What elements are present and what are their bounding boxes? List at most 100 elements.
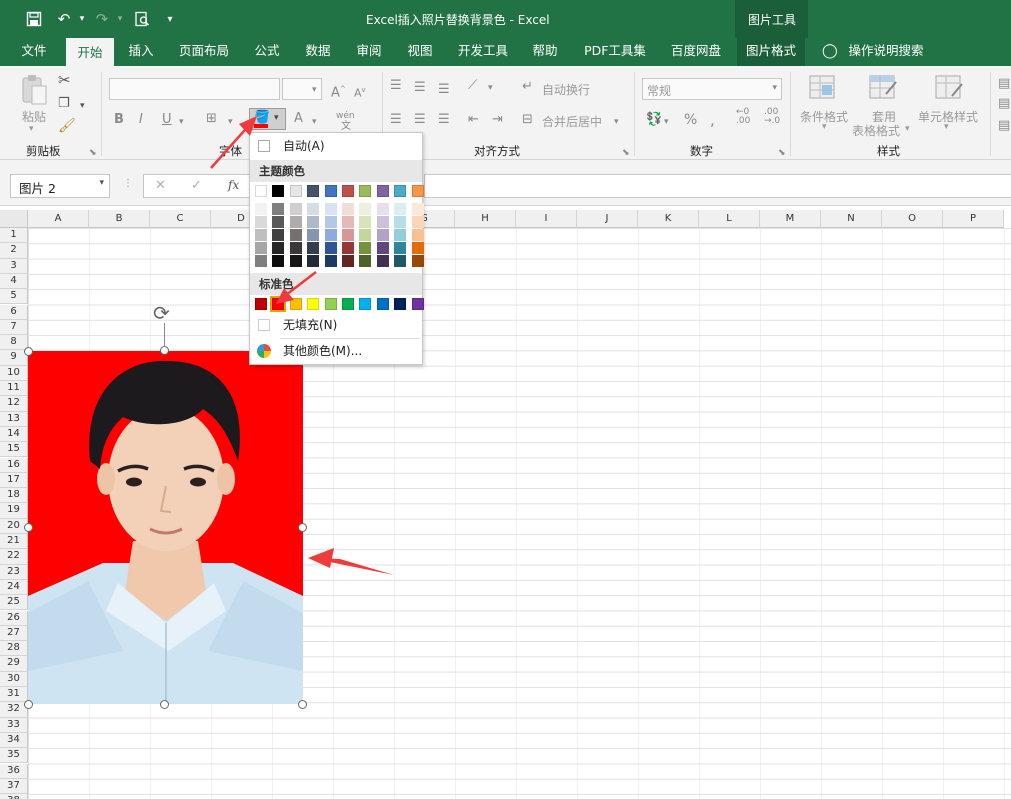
orientation-icon[interactable]: ⟋: [468, 78, 477, 94]
tell-me-search[interactable]: 操作说明搜索: [844, 38, 928, 66]
underline-button[interactable]: U: [162, 112, 172, 128]
row-header[interactable]: 2: [0, 243, 28, 259]
column-header[interactable]: A: [28, 210, 89, 228]
standard-color-swatch[interactable]: [394, 298, 407, 310]
tab-insert[interactable]: 插入: [120, 38, 162, 66]
column-header[interactable]: K: [638, 210, 699, 228]
theme-shade-swatch[interactable]: [411, 242, 424, 254]
row-header[interactable]: 28: [0, 641, 28, 657]
fill-color-button[interactable]: 🪣 ▾: [249, 108, 286, 130]
theme-shade-swatch[interactable]: [342, 229, 354, 241]
column-header[interactable]: B: [89, 210, 150, 228]
theme-shade-swatch[interactable]: [272, 242, 285, 254]
undo-icon[interactable]: ↶: [54, 9, 74, 29]
row-header[interactable]: 19: [0, 503, 28, 519]
row-header[interactable]: 34: [0, 732, 28, 749]
theme-shade-swatch[interactable]: [376, 203, 389, 215]
decrease-decimal-icon[interactable]: .00 →.0: [764, 108, 780, 126]
font-name-box[interactable]: [109, 78, 280, 100]
borders-icon[interactable]: ⊞: [206, 111, 217, 127]
middle-align-icon[interactable]: ☰: [414, 80, 426, 96]
row-header[interactable]: 24: [0, 579, 28, 596]
tab-picture-format[interactable]: 图片格式: [737, 38, 805, 66]
row-header[interactable]: 29: [0, 656, 28, 672]
theme-shade-swatch[interactable]: [272, 229, 285, 241]
undo-dropdown-icon[interactable]: ▾: [72, 9, 92, 29]
merge-dropdown-icon[interactable]: ▾: [614, 114, 619, 130]
resize-handle-bottom-left[interactable]: [24, 700, 33, 709]
orientation-dropdown-icon[interactable]: ▾: [488, 80, 493, 96]
row-header[interactable]: 23: [0, 564, 28, 580]
align-center-icon[interactable]: ☰: [414, 112, 426, 128]
theme-shade-swatch[interactable]: [307, 242, 320, 254]
theme-shade-swatch[interactable]: [376, 216, 389, 228]
theme-shade-swatch[interactable]: [376, 255, 389, 267]
tab-help[interactable]: 帮助: [524, 38, 566, 66]
cancel-icon[interactable]: ✕: [155, 178, 166, 193]
insert-cells-icon[interactable]: ▤: [998, 76, 1010, 92]
theme-color-swatch[interactable]: [289, 185, 302, 197]
name-box[interactable]: 图片 2 ▾: [10, 174, 110, 198]
theme-shade-swatch[interactable]: [324, 255, 337, 267]
row-header[interactable]: 18: [0, 488, 28, 504]
formula-input[interactable]: [424, 174, 1011, 198]
row-header[interactable]: 16: [0, 457, 28, 473]
theme-shade-swatch[interactable]: [324, 203, 337, 215]
redo-dropdown-icon[interactable]: ▾: [110, 9, 130, 29]
tab-data[interactable]: 数据: [297, 38, 339, 66]
align-right-icon[interactable]: ☰: [438, 112, 450, 128]
increase-indent-icon[interactable]: ⇥: [492, 112, 503, 128]
theme-shade-swatch[interactable]: [272, 203, 285, 215]
theme-color-swatch[interactable]: [411, 185, 424, 197]
row-header[interactable]: 33: [0, 717, 28, 733]
wrap-text-icon[interactable]: ↵: [522, 79, 533, 95]
table-format-dropdown-icon[interactable]: ▾: [905, 124, 910, 134]
delete-cells-icon[interactable]: ▤: [998, 96, 1010, 112]
standard-color-swatch[interactable]: [411, 298, 424, 310]
row-header[interactable]: 7: [0, 319, 28, 336]
print-preview-icon[interactable]: [132, 9, 152, 29]
cell-styles-icon[interactable]: [934, 74, 964, 105]
theme-shade-swatch[interactable]: [272, 216, 285, 228]
theme-shade-swatch[interactable]: [394, 242, 407, 254]
underline-dropdown-icon[interactable]: ▾: [179, 114, 184, 130]
percent-style-icon[interactable]: %: [684, 112, 697, 128]
tab-review[interactable]: 审阅: [348, 38, 390, 66]
format-as-table-icon[interactable]: [868, 74, 898, 105]
theme-color-swatch[interactable]: [342, 185, 354, 197]
theme-shade-swatch[interactable]: [307, 229, 320, 241]
theme-color-swatch[interactable]: [359, 185, 372, 197]
align-left-icon[interactable]: ☰: [390, 112, 402, 128]
cut-icon[interactable]: ✂: [58, 72, 71, 88]
theme-color-swatch[interactable]: [255, 185, 267, 197]
redo-icon[interactable]: ↷: [92, 9, 112, 29]
portrait-picture[interactable]: [28, 351, 303, 704]
theme-shade-swatch[interactable]: [255, 242, 267, 254]
standard-color-swatch[interactable]: [289, 298, 302, 310]
theme-shade-swatch[interactable]: [307, 216, 320, 228]
theme-shade-swatch[interactable]: [324, 216, 337, 228]
resize-handle-right[interactable]: [298, 523, 307, 532]
borders-dropdown-icon[interactable]: ▾: [228, 114, 233, 130]
standard-color-swatch-selected[interactable]: [270, 296, 287, 312]
increase-font-icon[interactable]: A^: [331, 81, 346, 101]
tab-file[interactable]: 文件: [12, 38, 56, 66]
theme-shade-swatch[interactable]: [394, 229, 407, 241]
standard-color-swatch[interactable]: [307, 298, 320, 310]
row-header[interactable]: 31: [0, 687, 28, 703]
theme-shade-swatch[interactable]: [272, 255, 285, 267]
theme-shade-swatch[interactable]: [255, 203, 267, 215]
font-color-dropdown-icon[interactable]: ▾: [312, 114, 317, 130]
fill-color-dropdown-icon[interactable]: ▾: [274, 113, 279, 123]
theme-shade-swatch[interactable]: [255, 255, 267, 267]
italic-button[interactable]: I: [139, 112, 143, 128]
row-header[interactable]: 3: [0, 258, 28, 274]
standard-color-swatch[interactable]: [359, 298, 372, 310]
tab-developer[interactable]: 开发工具: [450, 38, 516, 66]
theme-shade-swatch[interactable]: [324, 242, 337, 254]
number-format-box[interactable]: 常规 ▾: [642, 78, 782, 100]
row-header[interactable]: 17: [0, 472, 28, 489]
customize-qat-icon[interactable]: ▾: [160, 9, 180, 29]
enter-icon[interactable]: ✓: [191, 178, 202, 193]
bold-button[interactable]: B: [114, 112, 124, 128]
